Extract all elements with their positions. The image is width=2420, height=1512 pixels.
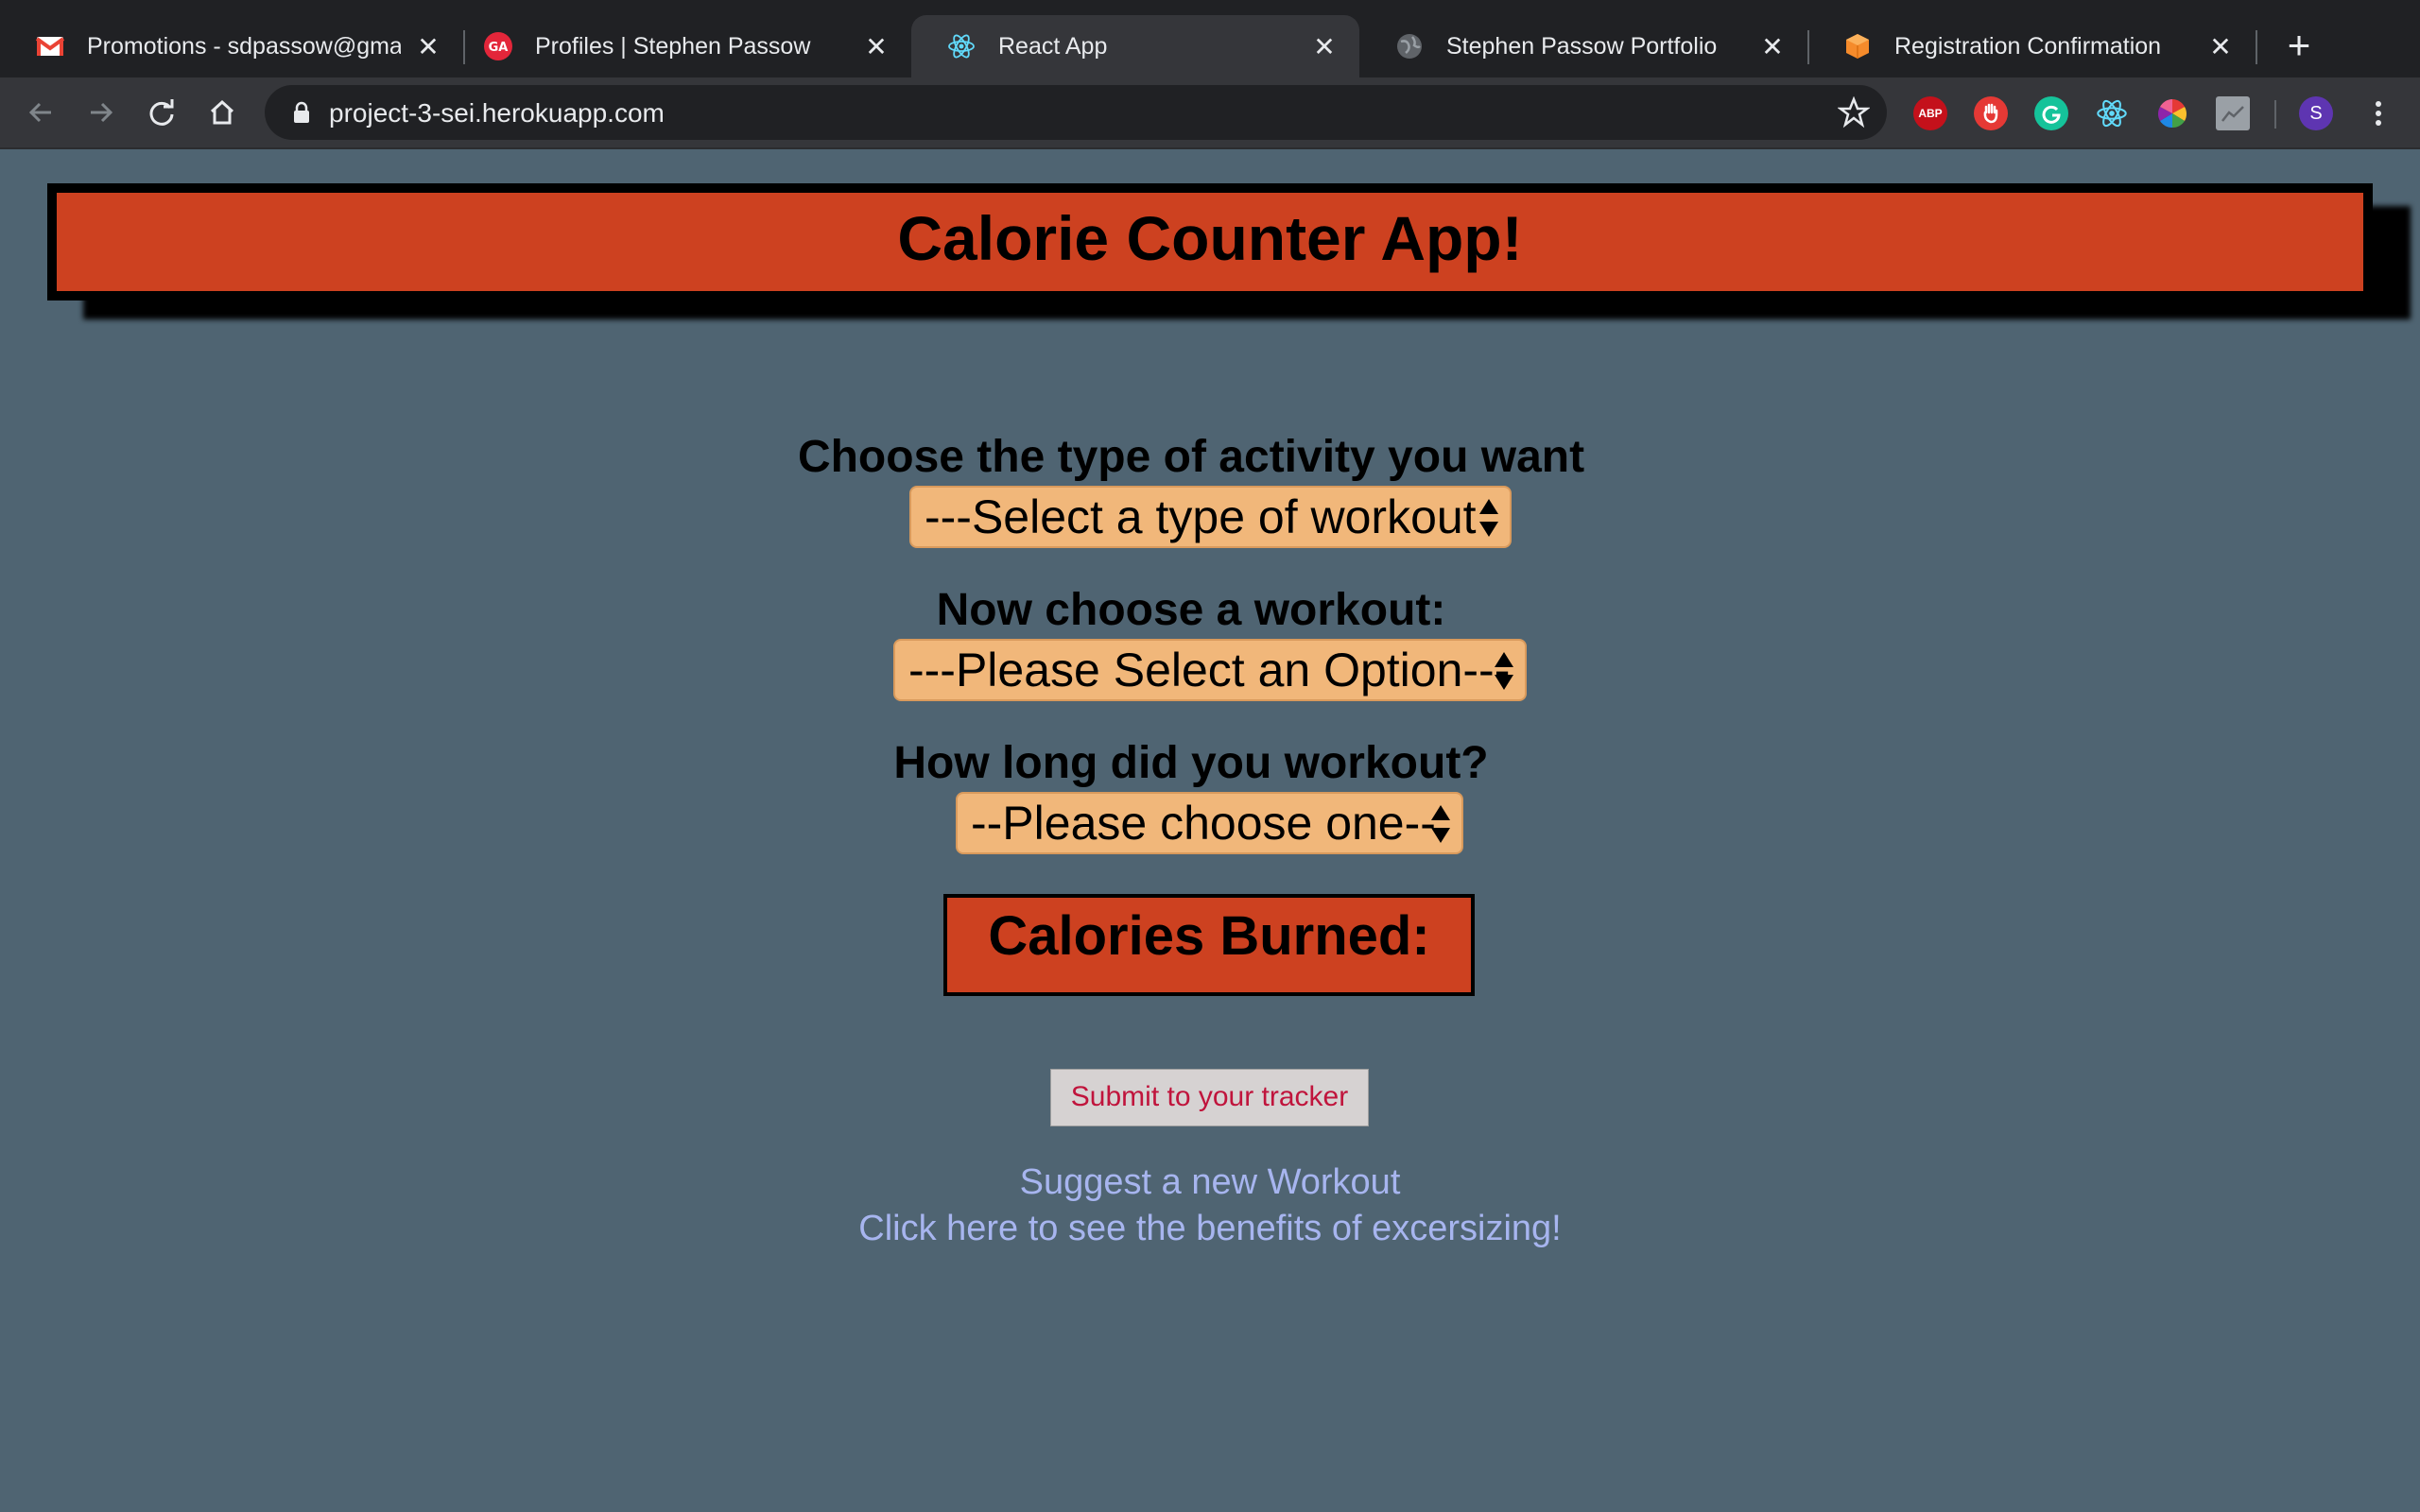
- submit-tracker-button[interactable]: Submit to your tracker: [1050, 1069, 1369, 1126]
- profile-avatar[interactable]: S: [2299, 96, 2333, 130]
- tab-portfolio[interactable]: Stephen Passow Portfolio ✕: [1359, 15, 1807, 77]
- duration-label: How long did you workout?: [893, 738, 1489, 788]
- activity-type-select[interactable]: ---Select a type of workout: [909, 486, 1512, 548]
- address-bar[interactable]: project-3-sei.herokuapp.com: [265, 85, 1887, 140]
- close-tab-icon[interactable]: ✕: [862, 32, 890, 61]
- close-tab-icon[interactable]: ✕: [2206, 32, 2235, 61]
- reload-icon[interactable]: [140, 91, 183, 134]
- calories-burned-box: Calories Burned:: [943, 894, 1475, 996]
- tab-title: Stephen Passow Portfolio: [1446, 32, 1718, 60]
- forward-arrow-icon[interactable]: [79, 91, 123, 134]
- stop-hand-icon[interactable]: [1974, 96, 2008, 130]
- box-icon: [1843, 32, 1872, 60]
- chart-extension-icon[interactable]: [2216, 96, 2250, 130]
- select-arrows-icon: [1431, 805, 1450, 843]
- react-icon: [947, 32, 976, 60]
- bookmark-star-icon[interactable]: [1837, 95, 1871, 129]
- close-tab-icon[interactable]: ✕: [414, 32, 442, 61]
- workout-select[interactable]: ---Please Select an Option---: [893, 639, 1527, 701]
- tab-title: React App: [998, 32, 1108, 60]
- tab-title: Promotions - sdpassow@gmail.com: [87, 32, 401, 60]
- url-text: project-3-sei.herokuapp.com: [329, 98, 665, 128]
- tab-promotions[interactable]: Promotions - sdpassow@gmail.com ✕: [0, 15, 463, 77]
- lock-icon: [289, 100, 314, 125]
- tab-divider: [2256, 30, 2257, 64]
- close-tab-icon[interactable]: ✕: [1310, 32, 1339, 61]
- page-title: Calorie Counter App!: [897, 203, 1523, 273]
- tab-title: Registration Confirmation: [1894, 32, 2162, 60]
- browser-tab-strip: Promotions - sdpassow@gmail.com ✕ GA Pro…: [0, 0, 2420, 77]
- activity-type-label: Choose the type of activity you want: [797, 432, 1585, 482]
- duration-select[interactable]: --Please choose one--: [956, 792, 1463, 854]
- gmail-icon: [36, 32, 64, 60]
- home-icon[interactable]: [200, 91, 244, 134]
- back-arrow-icon[interactable]: [19, 91, 62, 134]
- select-arrows-icon: [1479, 499, 1498, 537]
- ga-icon: GA: [484, 32, 512, 60]
- app-header: Calorie Counter App!: [47, 183, 2373, 301]
- tab-react-app[interactable]: React App ✕: [911, 15, 1359, 77]
- react-devtools-icon[interactable]: [2095, 96, 2129, 130]
- calories-burned-label: Calories Burned:: [988, 905, 1430, 967]
- color-picker-icon[interactable]: [2155, 96, 2189, 130]
- select-arrows-icon: [1495, 652, 1513, 690]
- globe-icon: [1395, 32, 1424, 60]
- tab-profiles[interactable]: GA Profiles | Stephen Passow ✕: [448, 15, 911, 77]
- tab-title: Profiles | Stephen Passow: [535, 32, 811, 60]
- benefits-link[interactable]: Click here to see the benefits of excers…: [0, 1209, 2420, 1249]
- grammarly-icon[interactable]: [2034, 96, 2068, 130]
- svg-text:GA: GA: [489, 41, 509, 55]
- adblock-plus-icon[interactable]: ABP: [1913, 96, 1947, 130]
- toolbar-divider: [2274, 100, 2276, 129]
- more-menu-icon[interactable]: [2361, 96, 2395, 130]
- suggest-workout-link[interactable]: Suggest a new Workout: [0, 1162, 2420, 1203]
- tab-registration[interactable]: Registration Confirmation ✕: [1807, 15, 2256, 77]
- new-tab-plus-icon[interactable]: +: [2278, 26, 2320, 68]
- close-tab-icon[interactable]: ✕: [1758, 32, 1787, 61]
- workout-label: Now choose a workout:: [936, 585, 1446, 635]
